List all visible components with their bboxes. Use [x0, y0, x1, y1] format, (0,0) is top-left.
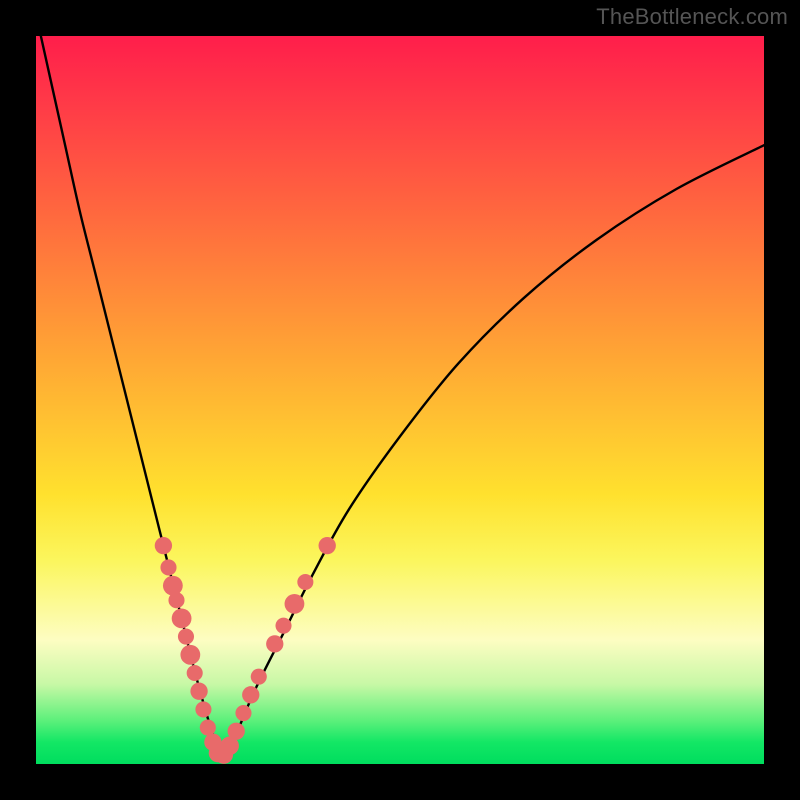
- data-marker: [155, 537, 172, 554]
- data-marker: [285, 594, 305, 614]
- data-marker: [190, 683, 207, 700]
- data-marker: [195, 701, 211, 717]
- marker-group: [155, 537, 336, 764]
- data-marker: [160, 559, 176, 575]
- watermark-text: TheBottleneck.com: [596, 4, 788, 30]
- bottleneck-curve: [36, 36, 764, 757]
- data-marker: [163, 576, 183, 596]
- data-marker: [275, 618, 291, 634]
- data-marker: [319, 537, 336, 554]
- data-marker: [200, 720, 216, 736]
- data-marker: [297, 574, 313, 590]
- data-marker: [168, 592, 184, 608]
- data-marker: [242, 686, 259, 703]
- chart-svg: [36, 36, 764, 764]
- data-marker: [228, 723, 245, 740]
- data-marker: [266, 635, 283, 652]
- data-marker: [178, 629, 194, 645]
- data-marker: [172, 609, 192, 629]
- data-marker: [187, 665, 203, 681]
- chart-frame: TheBottleneck.com: [0, 0, 800, 800]
- data-marker: [251, 669, 267, 685]
- data-marker: [180, 645, 200, 665]
- data-marker: [235, 705, 251, 721]
- plot-area: [36, 36, 764, 764]
